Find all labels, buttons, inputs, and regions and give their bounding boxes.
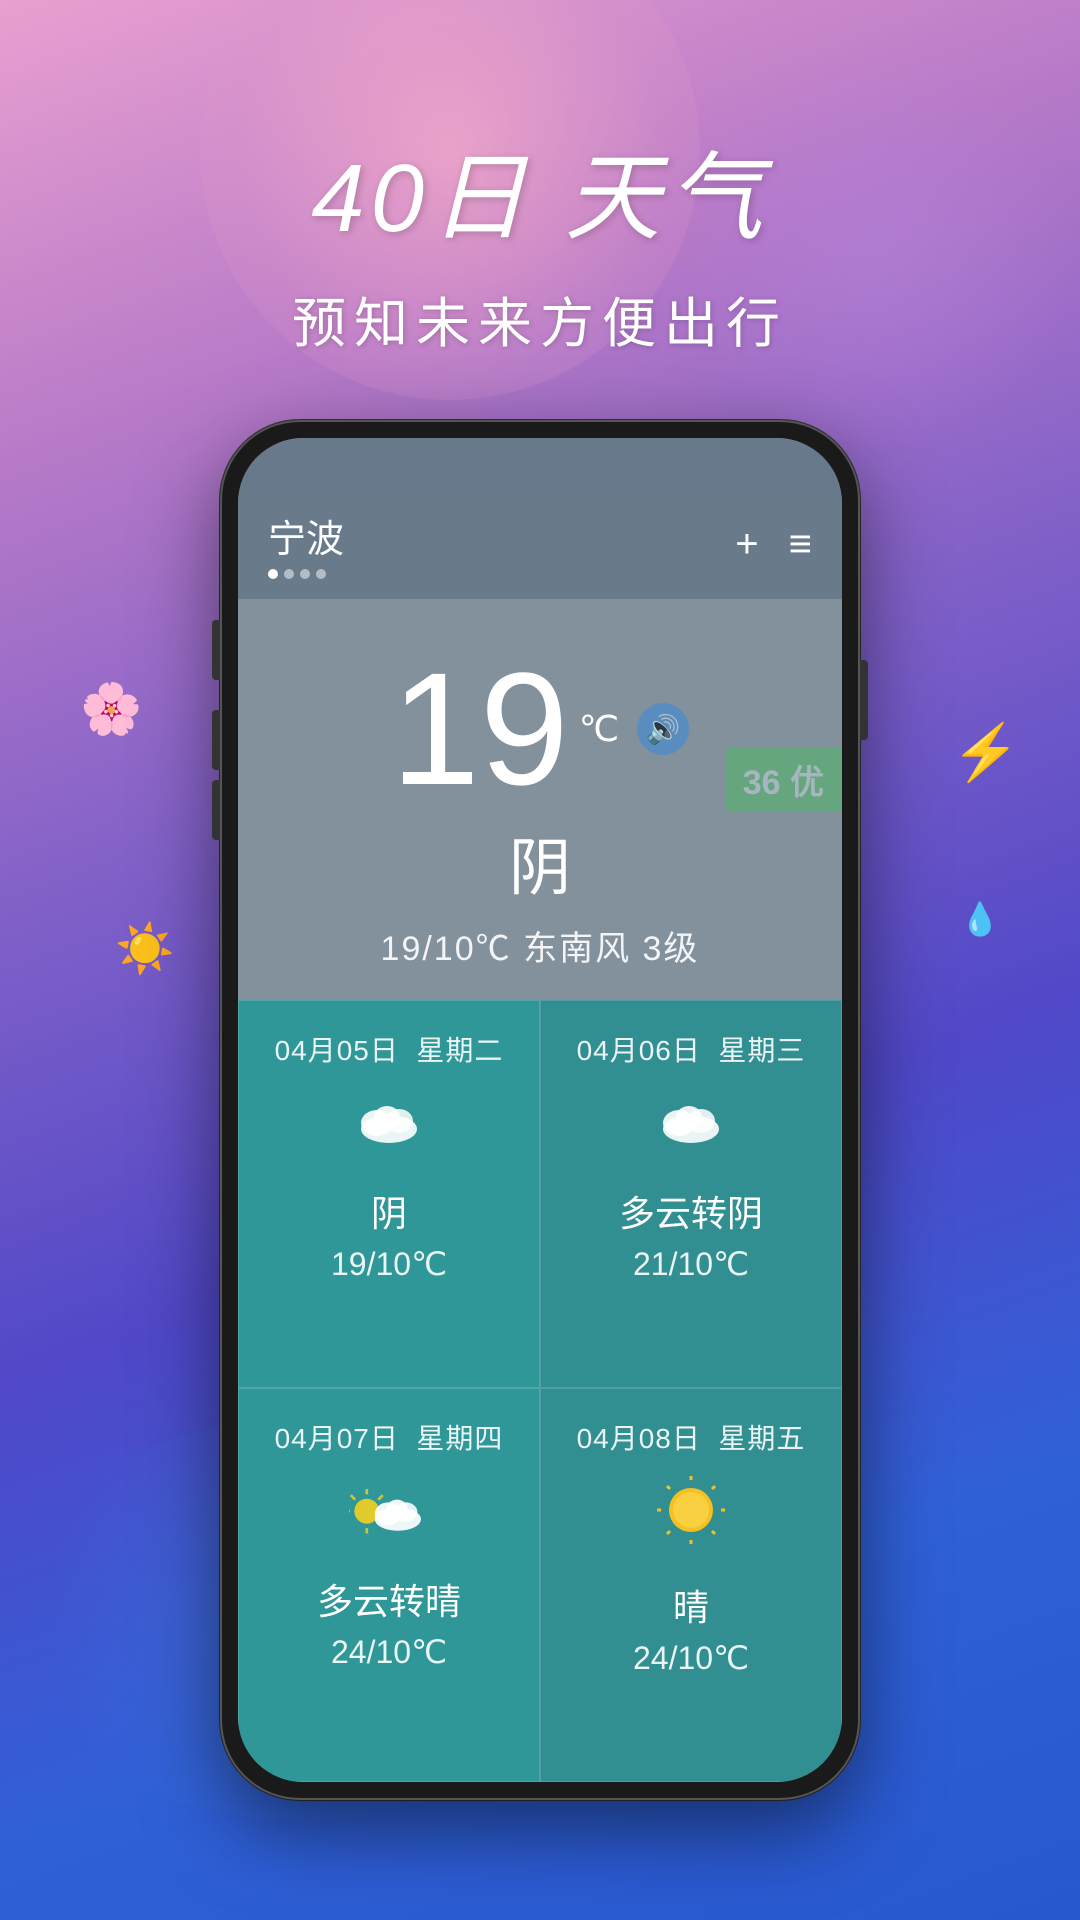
dot-4: [316, 569, 326, 579]
forecast-date-3: 04月07日 星期四: [275, 1417, 504, 1457]
sound-icon: 🔊: [646, 713, 681, 746]
temperature-value: 19: [391, 649, 569, 809]
phone-screen: 宁波 + ≡ 36 优: [238, 438, 842, 1782]
forecast-condition-3: 多云转晴: [317, 1573, 461, 1625]
dot-1: [268, 569, 278, 579]
app-header: 宁波 + ≡: [238, 498, 842, 599]
temperature-unit: ℃: [579, 708, 619, 750]
forecast-condition-2: 多云转阴: [619, 1185, 763, 1237]
weather-detail: 19/10℃ 东南风 3级: [268, 921, 812, 970]
status-bar: [238, 438, 842, 498]
header-actions: + ≡: [735, 524, 812, 564]
app-title: 40日 天气: [0, 120, 1080, 259]
flower-decoration: 🌸: [80, 680, 142, 739]
cloud-svg-1: [349, 1091, 429, 1151]
phone-mockup: 宁波 + ≡ 36 优: [220, 420, 860, 1800]
cloud-svg-2: [651, 1091, 731, 1151]
sound-button[interactable]: 🔊: [637, 703, 689, 755]
menu-button[interactable]: ≡: [789, 524, 812, 564]
forecast-date-4: 04月08日 星期五: [577, 1417, 806, 1457]
title-section: 40日 天气 预知未来方便出行: [0, 120, 1080, 358]
current-weather-section: 19 ℃ 🔊 阴 19/10℃ 东南风 3级: [238, 599, 842, 1000]
dot-2: [284, 569, 294, 579]
forecast-icon-1: [349, 1087, 429, 1167]
forecast-day-1: 04月05日 星期二 阴 19/10℃: [238, 1000, 540, 1388]
phone-frame: 宁波 + ≡ 36 优: [220, 420, 860, 1800]
forecast-temp-3: 24/10℃: [331, 1633, 447, 1671]
forecast-day-2: 04月06日 星期三 多云转阴 21/10℃: [540, 1000, 842, 1388]
sun-svg: [656, 1475, 726, 1545]
cloud-sun-svg: [349, 1479, 429, 1539]
unit-row: ℃ 🔊: [579, 703, 689, 755]
forecast-temp-2: 21/10℃: [633, 1245, 749, 1283]
forecast-icon-3: [349, 1475, 429, 1555]
droplet-decoration: 💧: [960, 900, 1000, 938]
city-info: 宁波: [268, 508, 344, 579]
location-dots: [268, 569, 344, 579]
forecast-date-2: 04月06日 星期三: [577, 1029, 806, 1069]
aqi-container: 36 优 19 ℃ 🔊: [238, 599, 842, 1000]
forecast-condition-1: 阴: [371, 1185, 407, 1237]
city-name: 宁波: [268, 508, 344, 563]
forecast-day-4: 04月08日 星期五: [540, 1388, 842, 1782]
app-subtitle: 预知未来方便出行: [0, 279, 1080, 358]
forecast-grid: 04月05日 星期二 阴 19/10℃: [238, 1000, 842, 1782]
forecast-condition-4: 晴: [673, 1579, 709, 1631]
weather-condition: 阴: [268, 817, 812, 907]
forecast-temp-1: 19/10℃: [331, 1245, 447, 1283]
temperature-row: 19 ℃ 🔊: [268, 649, 812, 809]
lightning-decoration: ⚡: [952, 720, 1020, 785]
forecast-day-3: 04月07日 星期四: [238, 1388, 540, 1782]
forecast-icon-4: [656, 1475, 726, 1561]
forecast-temp-4: 24/10℃: [633, 1639, 749, 1677]
forecast-icon-2: [651, 1087, 731, 1167]
unit-condition: ℃ 🔊: [579, 703, 689, 755]
dot-3: [300, 569, 310, 579]
sun-decoration: ☀️: [115, 920, 175, 977]
forecast-date-1: 04月05日 星期二: [275, 1029, 504, 1069]
add-city-button[interactable]: +: [735, 524, 758, 564]
